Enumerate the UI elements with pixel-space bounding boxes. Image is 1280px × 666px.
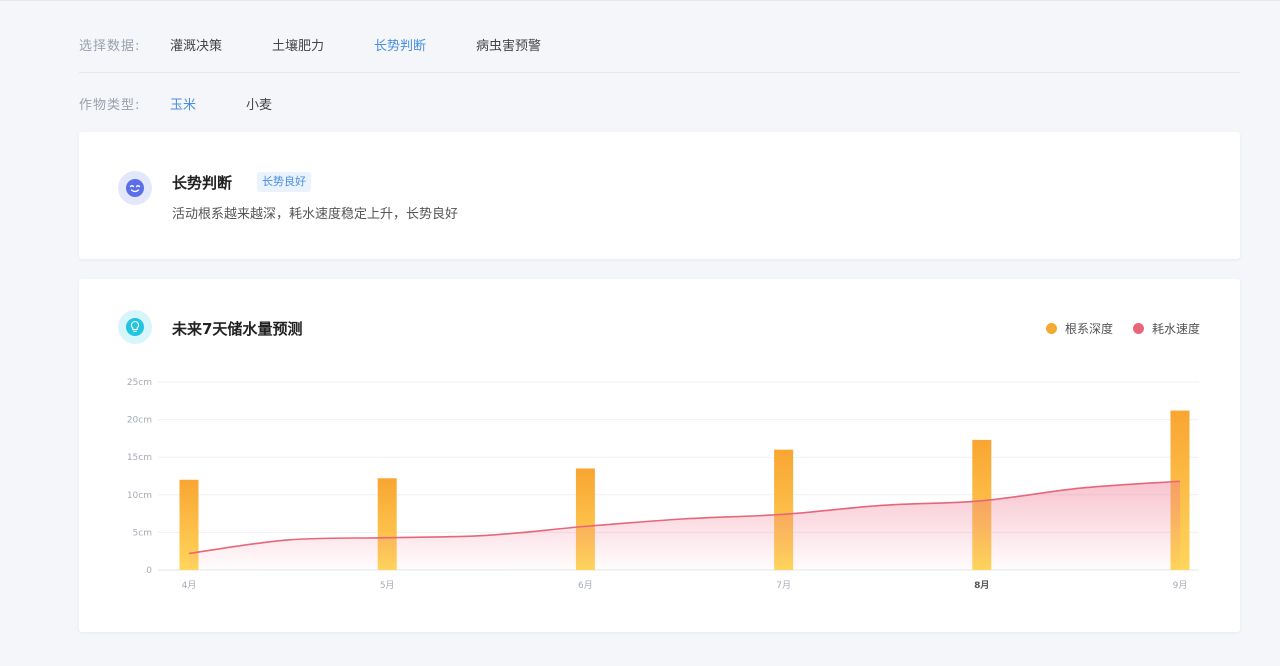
- legend-label-root-depth: 根系深度: [1064, 322, 1113, 336]
- y-tick-label: 25cm: [127, 378, 152, 388]
- legend-dot-root-depth: [1045, 323, 1057, 334]
- x-tick-label: 7月: [776, 580, 791, 591]
- forecast-chart-card: 0 5cm 10cm 15cm 20cm 25cm 4月 5月 6月 7月 8月 9月 未来7天储水量…: [79, 279, 1240, 632]
- filter-divider: [79, 72, 1240, 73]
- y-tick-label: 10cm: [127, 491, 152, 501]
- legend-item-water-use[interactable]: 耗水速度: [1132, 320, 1200, 337]
- x-tick-label: 5月: [380, 580, 395, 591]
- crop-option-wheat[interactable]: 小麦: [246, 94, 272, 113]
- filter-option-pest-warning[interactable]: 病虫害预警: [476, 35, 541, 54]
- legend-item-root-depth[interactable]: 根系深度: [1045, 320, 1113, 337]
- x-tick-label: 9月: [1173, 580, 1188, 591]
- legend-dot-water-use: [1132, 323, 1144, 334]
- crop-option-corn[interactable]: 玉米: [170, 94, 196, 113]
- y-tick-label: 15cm: [127, 453, 152, 463]
- status-badge: 长势良好: [257, 172, 311, 192]
- data-filter-label: 选择数据:: [79, 38, 141, 54]
- y-tick-label: 20cm: [127, 416, 152, 426]
- smile-face-icon: [118, 171, 152, 205]
- x-tick-label: 4月: [182, 580, 197, 591]
- x-tick-label: 6月: [578, 580, 593, 591]
- y-tick-label: 5cm: [133, 528, 152, 538]
- crop-filter-row: 作物类型: 玉米 小麦: [79, 90, 1240, 116]
- chart-legend: 根系深度 耗水速度: [1026, 320, 1200, 337]
- filter-option-growth[interactable]: 长势判断: [374, 35, 426, 54]
- crop-filter-label: 作物类型:: [79, 97, 141, 113]
- status-description: 活动根系越来越深，耗水速度稳定上升，长势良好: [172, 207, 459, 222]
- data-filter-row: 选择数据: 灌溉决策 土壤肥力 长势判断 病虫害预警: [79, 31, 1240, 57]
- filter-option-irrigation[interactable]: 灌溉决策: [170, 35, 222, 54]
- growth-status-card: 长势判断 长势良好 活动根系越来越深，耗水速度稳定上升，长势良好: [79, 132, 1240, 259]
- lightbulb-icon: [118, 310, 152, 344]
- legend-label-water-use: 耗水速度: [1151, 322, 1200, 336]
- y-tick-label: 0: [146, 566, 152, 576]
- chart-title: 未来7天储水量预测: [172, 320, 303, 338]
- filter-option-soil-fertility[interactable]: 土壤肥力: [272, 35, 324, 54]
- status-title: 长势判断: [172, 174, 233, 192]
- x-tick-label: 8月: [974, 580, 989, 591]
